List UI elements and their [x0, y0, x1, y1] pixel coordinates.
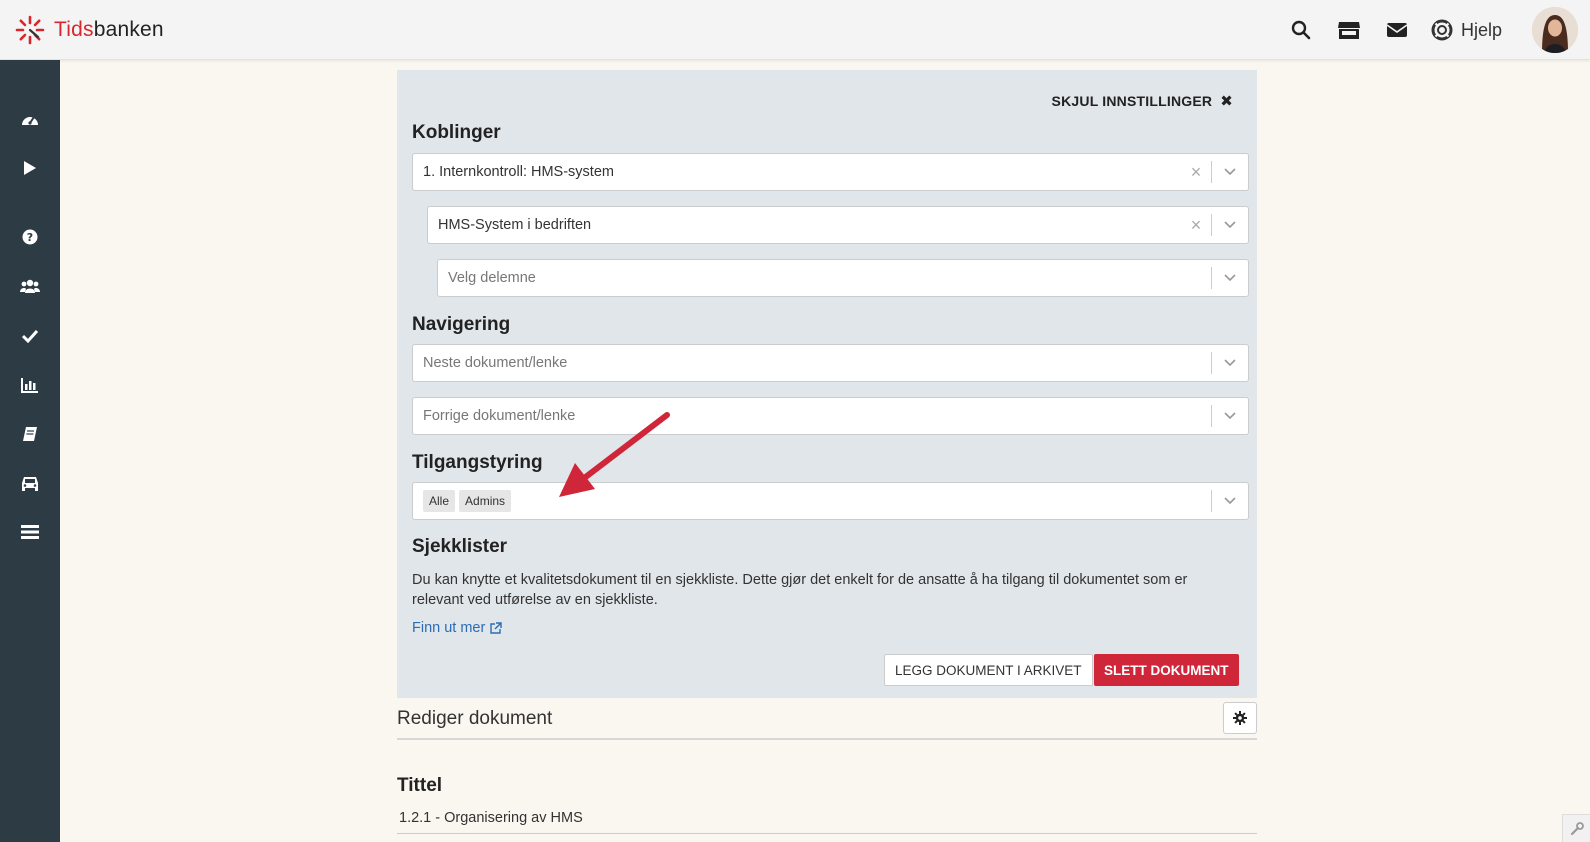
- section-title-sjekklister: Sjekklister: [412, 536, 508, 557]
- chart-icon[interactable]: [0, 365, 60, 405]
- avatar[interactable]: [1532, 7, 1578, 53]
- play-icon[interactable]: [0, 148, 60, 188]
- wrench-icon[interactable]: [1562, 814, 1590, 842]
- store-icon[interactable]: [1325, 0, 1373, 60]
- dashboard-icon[interactable]: [0, 99, 60, 139]
- prev-document-placeholder: Forrige dokument/lenke: [423, 408, 576, 424]
- svg-text:?: ?: [27, 231, 33, 244]
- close-icon: ✖: [1220, 93, 1233, 110]
- users-icon[interactable]: [0, 266, 60, 306]
- help-label: Hjelp: [1460, 19, 1502, 40]
- chevron-down-icon[interactable]: [1212, 168, 1248, 176]
- settings-panel: SKJUL INNSTILLINGER ✖ Koblinger 1. Inter…: [397, 70, 1257, 698]
- logo-text: Tidsbanken: [54, 18, 164, 42]
- learn-more-link[interactable]: Finn ut mer: [412, 620, 503, 636]
- car-icon[interactable]: [0, 463, 60, 503]
- edit-document-header: Rediger dokument: [397, 700, 1257, 740]
- next-document-select[interactable]: Neste dokument/lenke: [412, 344, 1249, 382]
- title-field-input[interactable]: 1.2.1 - Organisering av HMS: [397, 810, 1257, 834]
- chevron-down-icon[interactable]: [1212, 274, 1248, 282]
- kobling-select-2-value: HMS-System i bedriften: [438, 217, 592, 233]
- chevron-down-icon[interactable]: [1212, 359, 1248, 367]
- logo[interactable]: Tidsbanken: [14, 14, 164, 46]
- kobling-select-1[interactable]: 1. Internkontroll: HMS-system ×: [412, 153, 1249, 191]
- section-title-navigering: Navigering: [412, 314, 511, 335]
- next-document-placeholder: Neste dokument/lenke: [423, 355, 568, 371]
- kobling-select-1-value: 1. Internkontroll: HMS-system: [423, 164, 614, 180]
- help-icon[interactable]: ?: [0, 217, 60, 257]
- access-tag-admins[interactable]: Admins: [459, 490, 512, 512]
- top-bar: Tidsbanken Hjelp: [0, 0, 1590, 60]
- delete-document-button[interactable]: SLETT DOKUMENT: [1094, 654, 1239, 686]
- logo-icon: [15, 15, 45, 45]
- settings-gear-button[interactable]: [1223, 702, 1257, 734]
- access-tag-alle[interactable]: Alle: [423, 490, 456, 512]
- top-icons: Hjelp: [1277, 0, 1590, 60]
- logo-text-part1: Tids: [54, 18, 94, 41]
- clear-icon[interactable]: ×: [1181, 215, 1211, 236]
- delemne-select[interactable]: Velg delemne: [437, 259, 1249, 297]
- check-icon[interactable]: [0, 316, 60, 356]
- lifebuoy-icon: [1431, 19, 1453, 41]
- hide-settings-button[interactable]: SKJUL INNSTILLINGER ✖: [1052, 92, 1233, 110]
- kobling-select-2[interactable]: HMS-System i bedriften ×: [427, 206, 1249, 244]
- search-icon[interactable]: [1277, 0, 1325, 60]
- clear-icon[interactable]: ×: [1181, 162, 1211, 183]
- sjekklister-description: Du kan knytte et kvalitetsdokument til e…: [412, 572, 1188, 608]
- edit-document-title: Rediger dokument: [397, 708, 553, 729]
- chevron-down-icon[interactable]: [1212, 221, 1248, 229]
- archive-document-button[interactable]: LEGG DOKUMENT I ARKIVET: [884, 654, 1093, 686]
- hide-settings-label: SKJUL INNSTILLINGER: [1051, 93, 1213, 109]
- delemne-select-placeholder: Velg delemne: [448, 270, 536, 286]
- list-icon[interactable]: [0, 512, 60, 552]
- logo-text-part2: banken: [93, 18, 164, 41]
- help-menu[interactable]: Hjelp: [1421, 0, 1512, 60]
- gear-icon: [1233, 711, 1247, 725]
- learn-more-label: Finn ut mer: [412, 620, 486, 636]
- mail-icon[interactable]: [1373, 0, 1421, 60]
- access-select[interactable]: Alle Admins: [412, 482, 1249, 520]
- title-field-label: Tittel: [397, 775, 443, 796]
- chevron-down-icon[interactable]: [1212, 497, 1248, 505]
- external-link-icon: [490, 621, 503, 634]
- access-tags: Alle Admins: [413, 490, 1211, 512]
- chevron-down-icon[interactable]: [1212, 412, 1248, 420]
- prev-document-select[interactable]: Forrige dokument/lenke: [412, 397, 1249, 435]
- section-title-koblinger: Koblinger: [412, 122, 501, 143]
- sidebar: ?: [0, 60, 60, 842]
- book-icon[interactable]: [0, 414, 60, 454]
- section-title-tilgangstyring: Tilgangstyring: [412, 452, 543, 473]
